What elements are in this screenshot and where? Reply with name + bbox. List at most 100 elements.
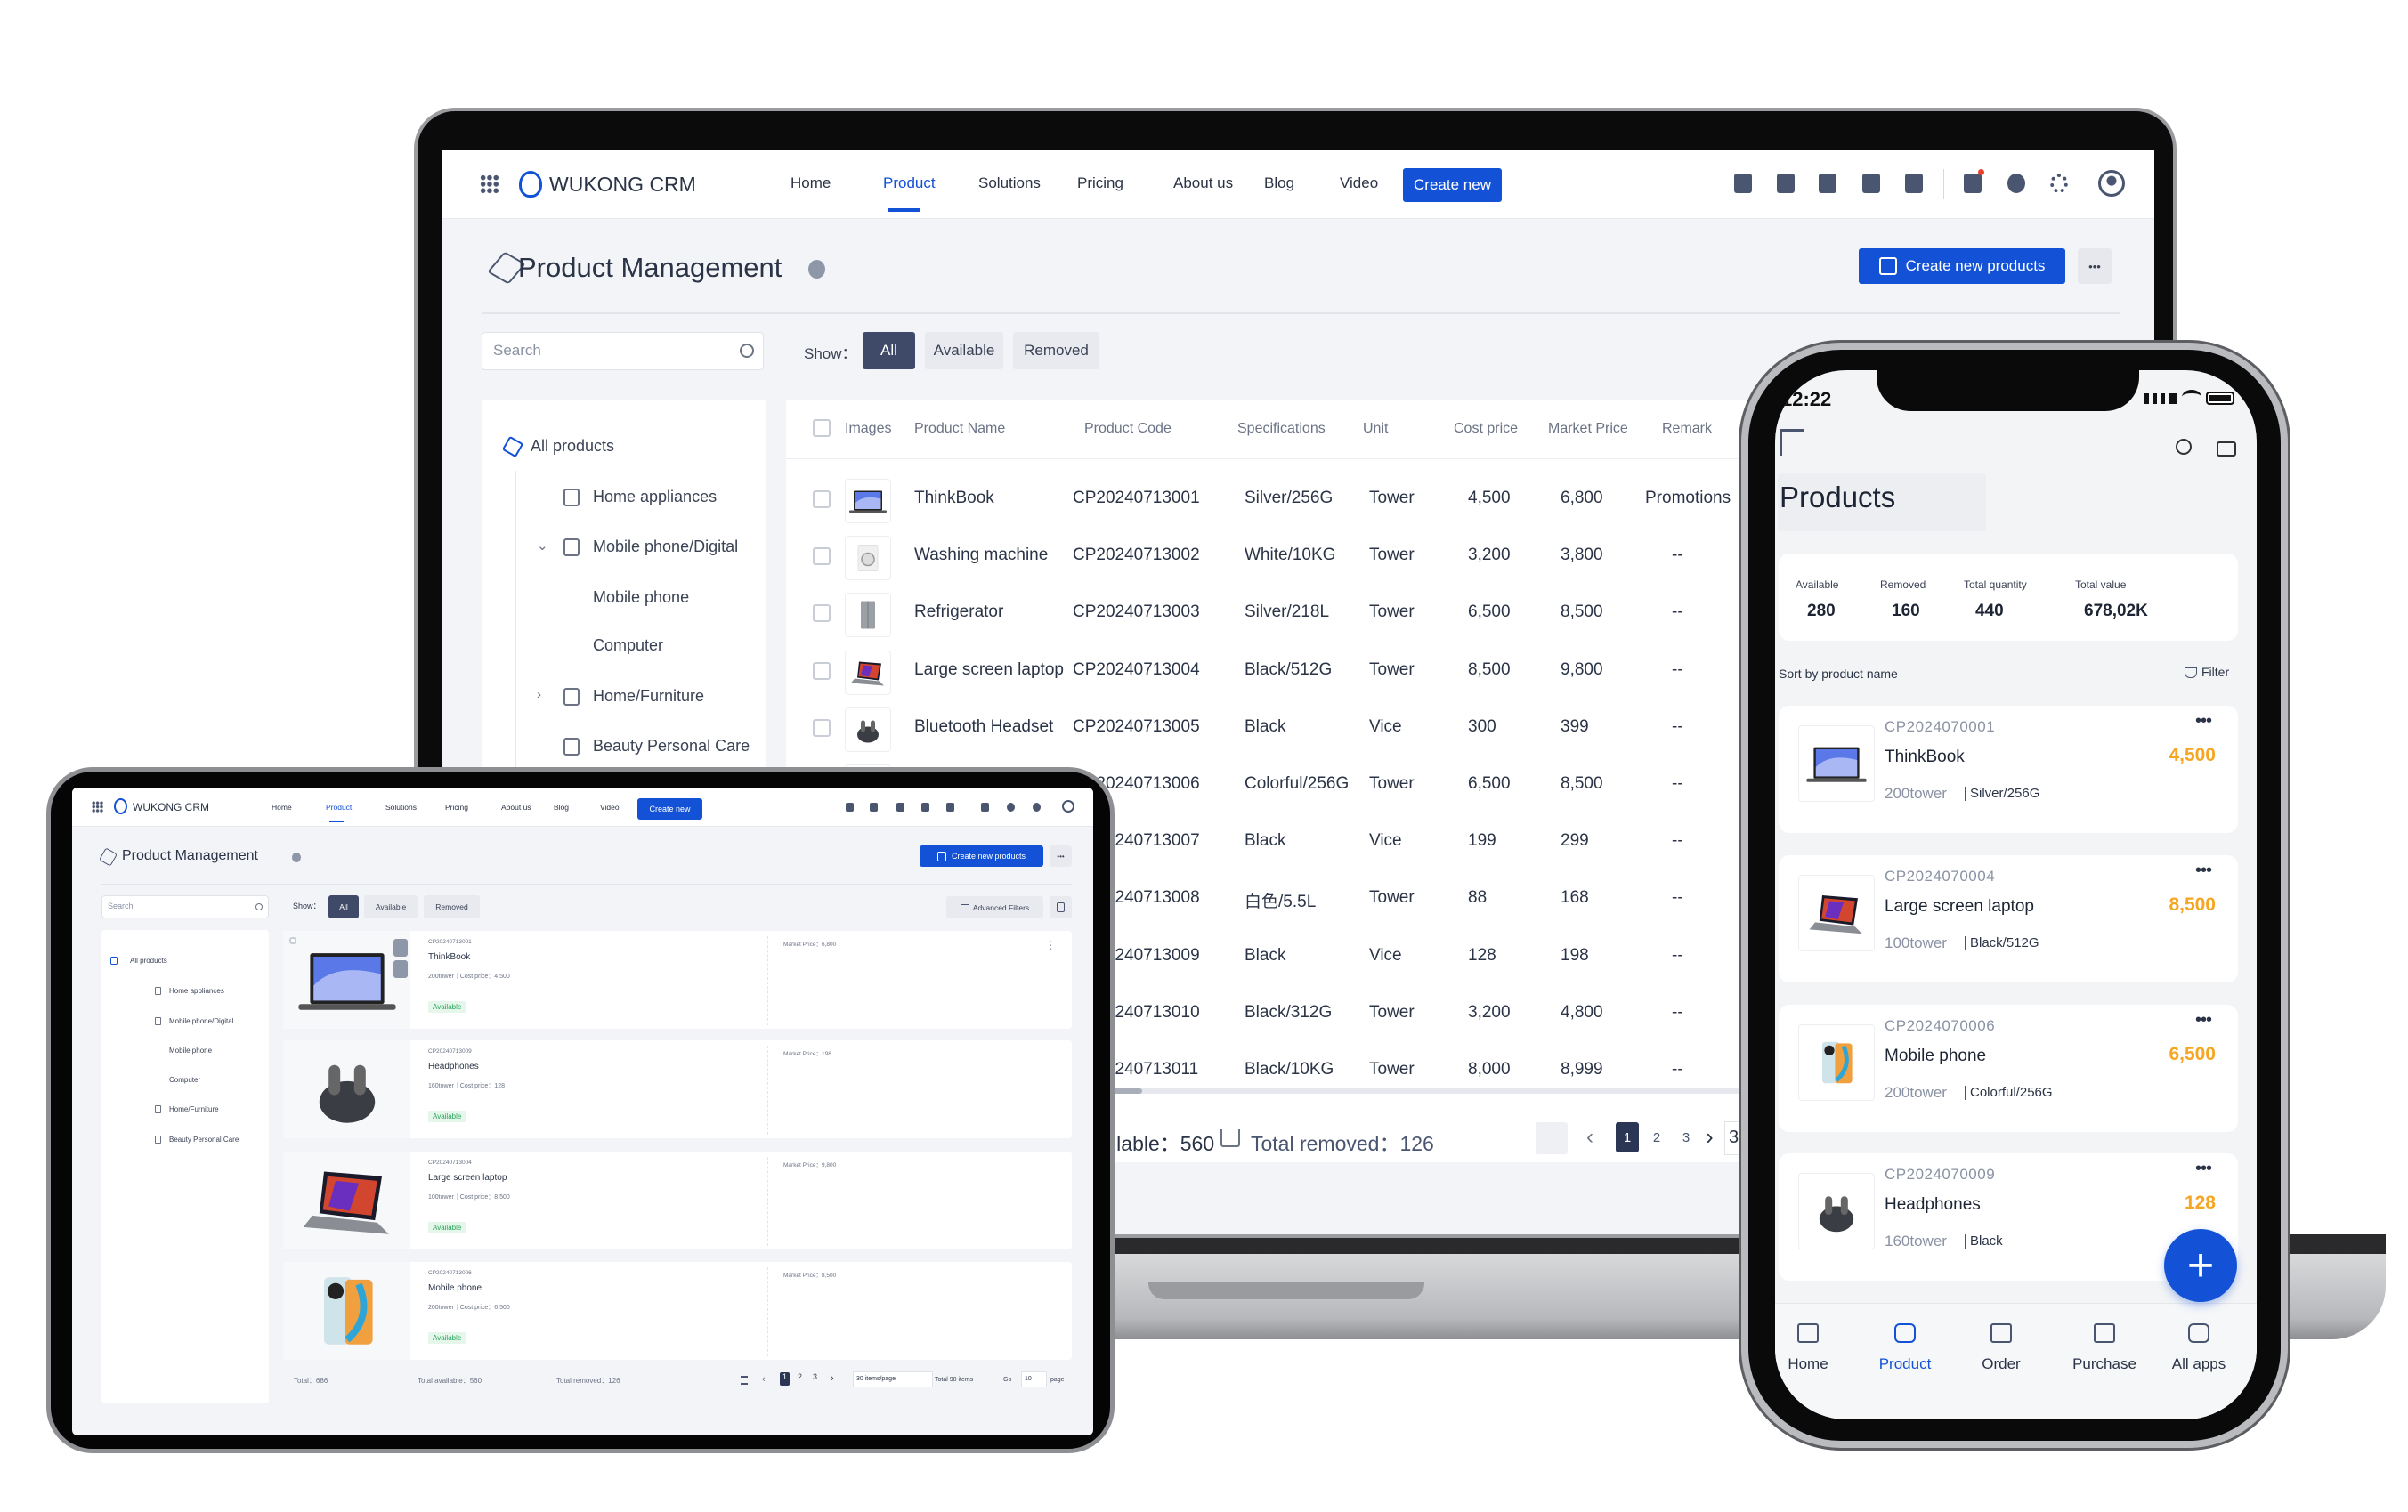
apps-grid-icon[interactable]	[480, 174, 499, 194]
chevron-right-icon[interactable]: ›	[537, 687, 541, 702]
add-product-fab[interactable]: +	[2164, 1229, 2237, 1302]
nav-item-product[interactable]: Product	[883, 174, 936, 192]
notes-icon[interactable]	[896, 803, 904, 812]
product-card[interactable]: CP20240713006 Mobile phone 200tower｜Cost p…	[283, 1262, 1072, 1360]
category-item[interactable]: Beauty Personal Care	[169, 1136, 239, 1144]
search-input[interactable]: Search	[101, 895, 269, 918]
category-item[interactable]: Home appliances	[169, 987, 224, 995]
nav-item-pricing[interactable]: Pricing	[445, 803, 468, 812]
column-header-specifications[interactable]: Specifications	[1237, 421, 1326, 437]
filter-all[interactable]: All	[328, 895, 359, 918]
product-card[interactable]: CP20240713009 Headphones 160tower｜Cost pri…	[283, 1040, 1072, 1138]
page-1[interactable]: 1	[1616, 1122, 1639, 1152]
category-item[interactable]: Computer	[593, 636, 663, 655]
filter-button[interactable]: Filter	[2201, 665, 2229, 679]
filter-removed[interactable]: Removed	[1013, 332, 1099, 369]
nav-item-home[interactable]: Home	[791, 174, 831, 192]
go-page-input[interactable]: 10	[1021, 1371, 1047, 1387]
prev-page-button[interactable]: ‹	[1586, 1125, 1593, 1150]
more-options-icon[interactable]: •••	[2195, 711, 2212, 732]
gear-icon[interactable]	[1033, 803, 1041, 812]
status-icon[interactable]	[2007, 174, 2025, 193]
product-card[interactable]: CP2024070006 Mobile phone 200tower Colorful…	[1779, 1005, 2238, 1132]
page-2[interactable]: 2	[795, 1372, 805, 1386]
user-avatar-icon[interactable]	[1062, 800, 1074, 813]
tab-home[interactable]: Home	[1775, 1313, 1853, 1393]
search-icon[interactable]	[740, 344, 754, 358]
more-button[interactable]: •••	[1050, 845, 1072, 867]
search-input[interactable]: Search	[482, 332, 764, 370]
document-icon[interactable]	[1734, 174, 1752, 193]
column-header-remark[interactable]: Remark	[1662, 421, 1712, 437]
nav-item-about-us[interactable]: About us	[501, 803, 531, 812]
category-item[interactable]: Beauty Personal Care	[593, 737, 750, 756]
row-checkbox[interactable]	[813, 604, 831, 623]
more-options-icon[interactable]: •••	[2195, 1010, 2212, 1031]
category-tree-icon[interactable]	[1780, 429, 1804, 456]
gear-icon[interactable]	[2050, 174, 2068, 193]
column-header-images[interactable]: Images	[845, 421, 891, 437]
column-header-product-code[interactable]: Product Code	[1084, 421, 1172, 437]
create-new-button[interactable]: Create new	[637, 798, 702, 820]
category-item[interactable]: Mobile phone	[169, 1047, 212, 1055]
column-header-unit[interactable]: Unit	[1363, 421, 1388, 437]
column-header-market-price[interactable]: Market Price	[1548, 421, 1628, 437]
page-1[interactable]: 1	[780, 1372, 790, 1386]
product-card[interactable]: CP2024070001 ThinkBook 200tower Silver/256G…	[1779, 706, 2238, 833]
book-icon[interactable]	[1862, 174, 1880, 193]
nav-item-pricing[interactable]: Pricing	[1077, 174, 1123, 192]
filter-icon[interactable]	[2185, 667, 2197, 678]
nav-item-solutions[interactable]: Solutions	[978, 174, 1041, 192]
advanced-filters-button[interactable]: Advanced Filters	[946, 896, 1043, 918]
nav-item-solutions[interactable]: Solutions	[385, 803, 417, 812]
row-checkbox[interactable]	[813, 661, 831, 680]
select-all-checkbox[interactable]	[813, 419, 831, 437]
rocket-icon[interactable]	[1964, 174, 1982, 193]
help-dot-icon[interactable]	[292, 853, 301, 862]
nav-item-blog[interactable]: Blog	[554, 803, 569, 812]
filter-available[interactable]: Available	[925, 332, 1003, 369]
tab-purchase[interactable]: Purchase	[2060, 1313, 2149, 1393]
category-item[interactable]: Home/Furniture	[169, 1105, 219, 1113]
next-page-button[interactable]: ›	[831, 1373, 834, 1384]
search-icon[interactable]	[255, 903, 263, 910]
filter-available[interactable]: Available	[364, 895, 418, 918]
page-2[interactable]: 2	[1645, 1122, 1668, 1152]
kebab-menu-icon[interactable]: ⋮	[1045, 939, 1056, 951]
category-item[interactable]: Computer	[169, 1076, 200, 1084]
view-toggle-button[interactable]	[1050, 896, 1072, 918]
product-card[interactable]: CP20240713004 Large screen laptop 100tower…	[283, 1152, 1072, 1249]
help-dot-icon[interactable]	[808, 260, 825, 279]
more-options-icon[interactable]: •••	[2195, 1159, 2212, 1179]
rocket-icon[interactable]	[981, 803, 989, 812]
create-new-products-button[interactable]: Create new products	[1859, 248, 2065, 284]
nav-item-home[interactable]: Home	[272, 803, 292, 812]
sort-dropdown[interactable]: Sort by product name	[1779, 667, 1898, 681]
nav-item-video[interactable]: Video	[600, 803, 620, 812]
more-button[interactable]: •••	[2078, 248, 2112, 284]
category-item[interactable]: Home appliances	[593, 488, 717, 506]
edit-document-icon[interactable]	[1777, 174, 1795, 193]
prev-page-button[interactable]: ‹	[762, 1374, 766, 1385]
tab-all-apps[interactable]: All apps	[2154, 1313, 2243, 1393]
status-icon[interactable]	[1007, 803, 1015, 812]
product-card[interactable]: CP2024070004 Large screen laptop 100tower B…	[1779, 855, 2238, 982]
calendar-icon[interactable]	[946, 803, 954, 812]
page-3[interactable]: 3	[1674, 1122, 1698, 1152]
nav-item-about-us[interactable]: About us	[1173, 174, 1233, 192]
tab-order[interactable]: Order	[1957, 1313, 2046, 1393]
create-new-button[interactable]: Create new	[1403, 168, 1502, 202]
search-icon[interactable]	[2176, 439, 2192, 455]
items-per-page-select[interactable]: 30 items/page	[853, 1371, 933, 1387]
category-item[interactable]: All products	[130, 957, 167, 965]
row-checkbox[interactable]	[813, 490, 831, 508]
nav-item-product[interactable]: Product	[326, 803, 352, 812]
apps-grid-icon[interactable]	[92, 801, 103, 813]
document-icon[interactable]	[846, 803, 854, 812]
create-new-products-button[interactable]: Create new products	[920, 845, 1043, 867]
delete-icon[interactable]	[393, 960, 408, 978]
nav-item-video[interactable]: Video	[1340, 174, 1378, 192]
row-checkbox[interactable]	[813, 718, 831, 737]
chevron-down-icon[interactable]: ⌄	[537, 538, 548, 554]
calendar-icon[interactable]	[1905, 174, 1923, 193]
